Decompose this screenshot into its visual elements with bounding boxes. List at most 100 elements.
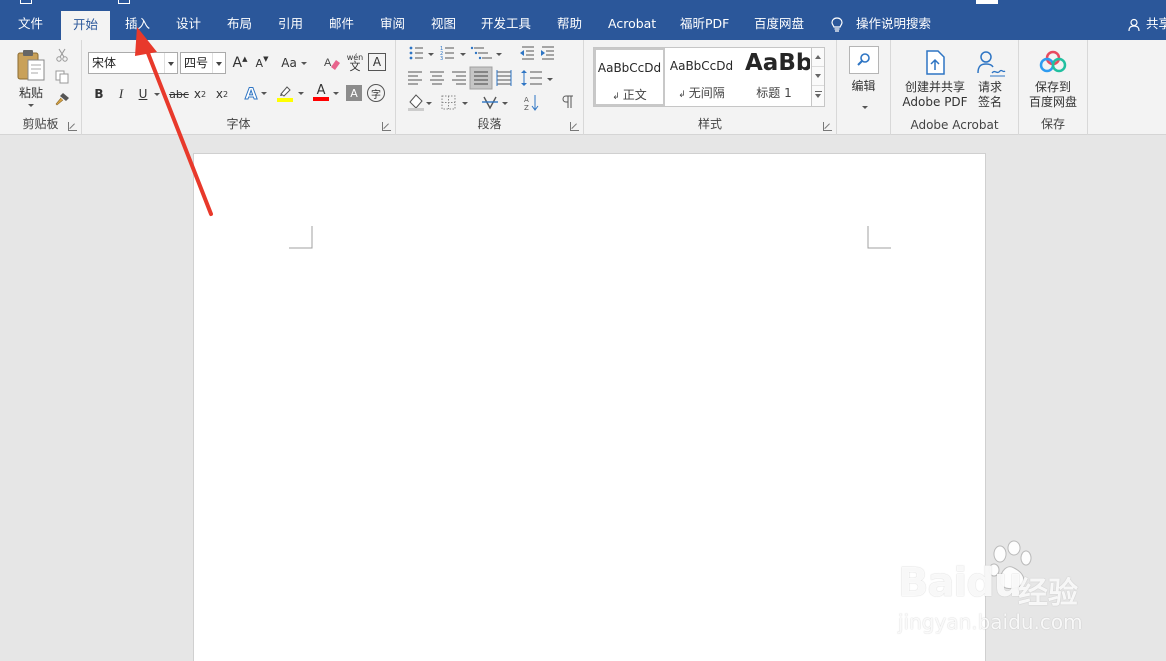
tab-baidu-netdisk[interactable]: 百度网盘 xyxy=(754,10,804,40)
sort-icon[interactable]: AZ xyxy=(524,95,539,112)
multilevel-list-icon[interactable] xyxy=(470,46,502,60)
paragraph-launcher-icon[interactable] xyxy=(570,122,579,131)
highlight-dropdown-icon xyxy=(297,91,304,95)
change-case-button[interactable]: Aa xyxy=(278,53,310,73)
request-signature-button[interactable]: 请求 签名 xyxy=(975,80,1005,110)
increase-indent-icon[interactable] xyxy=(541,46,554,60)
shrink-font-button[interactable]: A ▼ xyxy=(252,53,272,73)
save-icon[interactable] xyxy=(20,0,32,4)
style-no-spacing-name: ↲ 无间隔 xyxy=(678,86,725,100)
tab-foxit-pdf[interactable]: 福昕PDF xyxy=(680,10,729,40)
tab-review[interactable]: 审阅 xyxy=(380,10,405,40)
align-right-icon[interactable] xyxy=(452,71,466,85)
tab-design[interactable]: 设计 xyxy=(176,10,201,40)
subscript-button[interactable]: x2 xyxy=(192,84,208,104)
font-color-label: A xyxy=(316,83,326,98)
tab-layout[interactable]: 布局 xyxy=(227,10,252,40)
adobe-acrobat-group-label: Adobe Acrobat xyxy=(910,118,999,132)
bold-button[interactable]: B xyxy=(91,84,107,104)
character-border-button[interactable]: A xyxy=(368,53,386,71)
share-label: 共享 xyxy=(1146,16,1166,31)
align-left-icon[interactable] xyxy=(408,71,422,85)
request-signature-line2: 签名 xyxy=(977,95,1002,109)
tab-references[interactable]: 引用 xyxy=(278,10,303,40)
tell-me-search[interactable]: 操作说明搜索 xyxy=(830,10,931,40)
find-button[interactable] xyxy=(849,46,879,74)
create-share-pdf-button[interactable]: 创建并共享 Adobe PDF xyxy=(893,80,977,110)
borders-icon[interactable] xyxy=(441,95,468,110)
gallery-more-icon[interactable] xyxy=(812,86,824,105)
style-normal-name: ↲ 正文 xyxy=(612,88,647,102)
strikethrough-button[interactable]: abc xyxy=(168,84,190,104)
share-button[interactable]: 共享 xyxy=(1128,10,1166,40)
style-no-spacing[interactable]: AaBbCcDd ↲ 无间隔 xyxy=(666,48,737,106)
show-marks-icon[interactable] xyxy=(562,95,573,108)
gallery-down-icon[interactable] xyxy=(812,67,824,86)
enclose-characters-button[interactable]: 字 xyxy=(367,84,385,102)
phonetic-guide-button[interactable]: wén 文 xyxy=(345,51,365,73)
distributed-icon[interactable] xyxy=(496,70,512,86)
tab-view[interactable]: 视图 xyxy=(431,10,456,40)
change-case-dropdown-icon xyxy=(300,61,307,65)
tab-acrobat[interactable]: Acrobat xyxy=(608,10,656,40)
svg-text:Z: Z xyxy=(524,104,529,112)
font-name-dropdown-icon[interactable] xyxy=(164,53,177,73)
format-painter-button[interactable] xyxy=(52,90,72,108)
decrease-indent-icon[interactable] xyxy=(520,46,534,60)
font-color-button[interactable]: A xyxy=(310,82,342,104)
underline-button[interactable]: U xyxy=(135,84,151,104)
font-color-dropdown-icon xyxy=(332,91,339,95)
eraser-icon: A xyxy=(324,57,340,70)
align-center-icon[interactable] xyxy=(430,71,444,85)
save-to-baidu-button[interactable]: 保存到 百度网盘 xyxy=(1019,80,1087,110)
quick-access-icon[interactable] xyxy=(118,0,130,4)
account-icon[interactable] xyxy=(976,0,998,4)
font-size-dropdown-icon[interactable] xyxy=(212,53,225,73)
chinese-layout-icon[interactable] xyxy=(482,96,508,110)
tab-help[interactable]: 帮助 xyxy=(557,10,582,40)
grow-font-button[interactable]: A ▲ xyxy=(230,53,250,73)
highlight-color-button[interactable] xyxy=(274,82,306,104)
tab-home[interactable]: 开始 xyxy=(61,11,111,40)
bullets-icon[interactable] xyxy=(409,46,434,60)
italic-button[interactable]: I xyxy=(113,84,129,104)
font-launcher-icon[interactable] xyxy=(382,122,391,131)
svg-text:A: A xyxy=(524,96,529,104)
paragraph-group-label: 段落 xyxy=(477,117,502,131)
svg-text:3: 3 xyxy=(440,56,443,62)
copy-button[interactable] xyxy=(52,68,72,86)
numbering-icon[interactable]: 1 2 3 xyxy=(440,46,466,62)
gallery-up-icon[interactable] xyxy=(812,48,824,67)
watermark-jingyan: 经验 xyxy=(1018,576,1078,611)
character-shading-button[interactable]: A xyxy=(346,85,362,101)
styles-gallery-scroll[interactable] xyxy=(811,47,825,107)
font-size-select[interactable]: 四号 xyxy=(180,52,226,74)
paste-icon xyxy=(17,49,45,80)
clipboard-group: 粘贴 剪贴板 xyxy=(0,40,82,135)
line-spacing-icon[interactable] xyxy=(521,70,553,86)
save-to-baidu-line1: 保存到 xyxy=(1034,80,1071,94)
document-page[interactable] xyxy=(193,153,986,661)
font-name-select[interactable]: 宋体 xyxy=(88,52,178,74)
styles-launcher-icon[interactable] xyxy=(823,122,832,131)
style-normal-sample: AaBbCcDd xyxy=(597,61,662,75)
tab-insert[interactable]: 插入 xyxy=(125,10,150,40)
clear-formatting-button[interactable]: A xyxy=(322,53,342,73)
superscript-button[interactable]: x2 xyxy=(214,84,230,104)
cut-button[interactable] xyxy=(52,46,72,64)
style-heading-1[interactable]: AaBb 标题 1 xyxy=(738,48,810,106)
tab-developer[interactable]: 开发工具 xyxy=(481,10,531,40)
tab-file[interactable]: 文件 xyxy=(18,10,43,40)
underline-dropdown[interactable] xyxy=(152,84,162,104)
subscript-mark: 2 xyxy=(201,89,207,99)
paste-button[interactable]: 粘贴 xyxy=(10,46,52,108)
tab-mailings[interactable]: 邮件 xyxy=(329,10,354,40)
scissors-icon xyxy=(56,48,68,62)
shading-icon[interactable] xyxy=(408,94,432,111)
magnifier-icon xyxy=(857,53,870,66)
clipboard-launcher-icon[interactable] xyxy=(68,122,77,131)
style-normal[interactable]: AaBbCcDd ↲ 正文 xyxy=(594,48,665,106)
editing-dropdown-icon[interactable] xyxy=(862,106,868,109)
text-effects-button[interactable]: A xyxy=(242,82,270,104)
grow-font-caret-icon: ▲ xyxy=(242,55,248,63)
